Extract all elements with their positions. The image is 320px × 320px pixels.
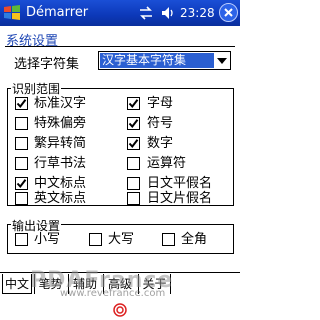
checkbox-特殊偏旁[interactable]	[15, 117, 28, 130]
checkbox-英文标点[interactable]	[15, 192, 28, 205]
input-panel-icon[interactable]	[112, 302, 128, 318]
checkbox-label: 特殊偏旁	[34, 116, 87, 131]
watermark-url: www.revefrance.com	[60, 288, 166, 299]
checkbox-label: 大写	[108, 232, 135, 247]
close-icon[interactable]	[219, 3, 238, 22]
checkbox-label: 运算符	[147, 156, 187, 171]
checkbox-行草书法[interactable]	[15, 157, 28, 170]
checkbox-数字[interactable]	[127, 137, 140, 150]
checkbox-label: 中文标点	[34, 176, 87, 191]
checkbox-label: 日文片假名	[147, 191, 213, 206]
checkbox-日文平假名[interactable]	[127, 177, 140, 190]
recognition-range-title: 识别范围	[11, 80, 62, 97]
checkbox-中文标点[interactable]	[15, 177, 28, 190]
sync-arrows-icon[interactable]	[138, 5, 154, 21]
checkbox-标准汉字[interactable]	[15, 97, 28, 110]
checkbox-繁异转简[interactable]	[15, 137, 28, 150]
checkbox-label: 小写	[34, 232, 61, 247]
checkbox-label: 字母	[147, 96, 174, 111]
speaker-icon[interactable]	[160, 5, 176, 21]
checkbox-label: 符号	[147, 116, 174, 131]
title-bar: Démarrer 23:28	[0, 0, 240, 26]
checkbox-日文片假名[interactable]	[127, 192, 140, 205]
checkbox-label: 日文平假名	[147, 176, 213, 191]
checkbox-字母[interactable]	[127, 97, 140, 110]
charset-selected-value: 汉字基本字符集	[100, 53, 214, 68]
checkbox-大写[interactable]	[89, 233, 102, 246]
checkbox-符号[interactable]	[127, 117, 140, 130]
checkbox-全角[interactable]	[162, 233, 175, 246]
checkbox-label: 英文标点	[34, 191, 87, 206]
checkbox-label: 标准汉字	[34, 96, 87, 111]
clock[interactable]: 23:28	[180, 6, 215, 20]
chevron-down-icon[interactable]	[217, 58, 227, 64]
checkbox-label: 全角	[181, 232, 208, 247]
checkbox-运算符[interactable]	[127, 157, 140, 170]
charset-dropdown[interactable]: 汉字基本字符集	[98, 51, 231, 70]
heading-divider	[5, 46, 235, 47]
checkbox-label: 繁异转简	[34, 136, 87, 151]
charset-label: 选择字符集	[14, 57, 80, 72]
window-title: Démarrer	[26, 5, 89, 20]
checkbox-label: 数字	[147, 136, 174, 151]
checkbox-小写[interactable]	[15, 233, 28, 246]
checkbox-label: 行草书法	[34, 156, 87, 171]
tab-chinese[interactable]: 中文	[2, 274, 32, 294]
windows-flag-icon[interactable]	[3, 4, 21, 22]
